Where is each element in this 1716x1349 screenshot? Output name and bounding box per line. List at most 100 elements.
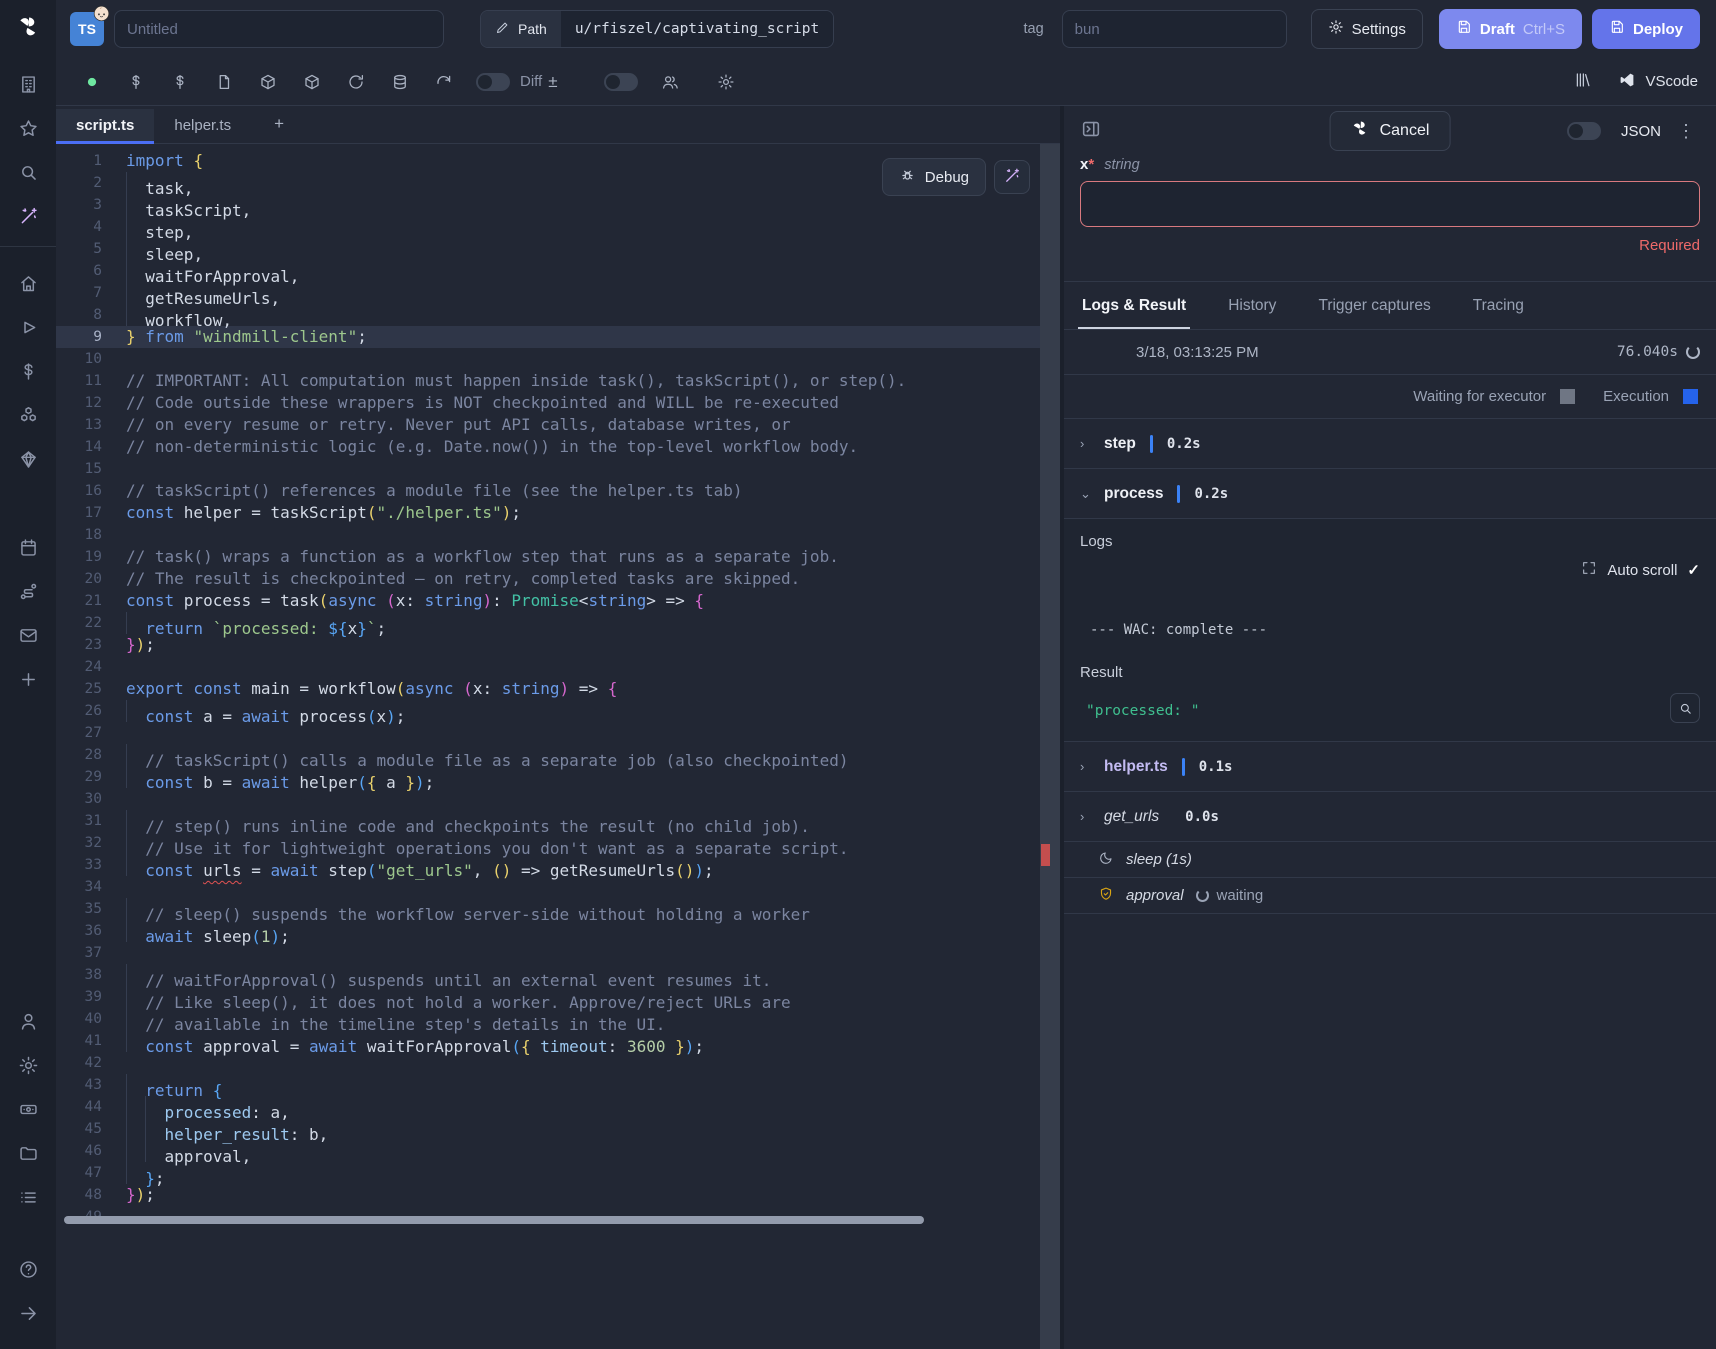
editor-vertical-scrollbar[interactable]: [1040, 144, 1060, 1349]
sidebar-dollar-icon[interactable]: [0, 349, 56, 393]
run-summary-row[interactable]: 3/18, 03:13:25 PM 76.040s: [1064, 329, 1716, 374]
package-icon[interactable]: [246, 66, 290, 98]
timeline-step-helper.ts[interactable]: ›helper.ts0.1s: [1064, 741, 1716, 791]
timeline-event-sleep-1s-[interactable]: sleep (1s): [1064, 841, 1716, 877]
code-line-33[interactable]: 33const urls = await step("get_urls", ()…: [56, 854, 1060, 876]
sidebar-calendar-icon[interactable]: [0, 525, 56, 569]
sidebar-search-icon[interactable]: [0, 150, 56, 194]
code-line-5[interactable]: 5sleep,: [56, 238, 1060, 260]
code-line-25[interactable]: 25export const main = workflow(async (x:…: [56, 678, 1060, 700]
code-line-34[interactable]: 34: [56, 876, 1060, 898]
library-icon[interactable]: [1574, 71, 1592, 93]
code-line-32[interactable]: 32// Use it for lightweight operations y…: [56, 832, 1060, 854]
kebab-menu-icon[interactable]: ⋮: [1673, 121, 1700, 142]
code-line-22[interactable]: 22return `processed: ${x}`;: [56, 612, 1060, 634]
cancel-run-button[interactable]: Cancel: [1330, 111, 1451, 151]
code-line-42[interactable]: 42: [56, 1052, 1060, 1074]
arg-x-input[interactable]: [1080, 181, 1700, 227]
code-line-3[interactable]: 3taskScript,: [56, 194, 1060, 216]
debug-button[interactable]: Debug: [882, 158, 986, 196]
check-icon[interactable]: ✓: [1687, 561, 1700, 579]
code-line-38[interactable]: 38// waitForApproval() suspends until an…: [56, 964, 1060, 986]
code-line-15[interactable]: 15: [56, 458, 1060, 480]
open-in-vscode-button[interactable]: VScode: [1618, 71, 1698, 93]
sidebar-workers-icon[interactable]: [0, 1087, 56, 1131]
settings-button[interactable]: Settings: [1311, 9, 1423, 49]
code-line-43[interactable]: 43return {: [56, 1074, 1060, 1096]
code-line-4[interactable]: 4step,: [56, 216, 1060, 238]
script-title-input[interactable]: [114, 10, 444, 48]
script-icon[interactable]: [202, 66, 246, 98]
panel-tab-logs-result[interactable]: Logs & Result: [1082, 282, 1186, 329]
script-path-value[interactable]: u/rfiszel/captivating_script: [561, 11, 833, 47]
code-line-27[interactable]: 27: [56, 722, 1060, 744]
panel-tab-history[interactable]: History: [1228, 282, 1276, 329]
multiplayer-toggle[interactable]: [604, 73, 638, 91]
secret-icon[interactable]: [158, 66, 202, 98]
edit-path-button[interactable]: Path: [481, 11, 561, 47]
sidebar-building-icon[interactable]: [0, 62, 56, 106]
code-line-48[interactable]: 48});: [56, 1184, 1060, 1206]
ai-assistant-button[interactable]: [994, 160, 1030, 194]
code-line-45[interactable]: 45helper_result: b,: [56, 1118, 1060, 1140]
code-line-6[interactable]: 6waitForApproval,: [56, 260, 1060, 282]
code-line-24[interactable]: 24: [56, 656, 1060, 678]
code-line-21[interactable]: 21const process = task(async (x: string)…: [56, 590, 1060, 612]
editor-settings-gear-icon[interactable]: [704, 66, 748, 98]
timeline-step-get_urls[interactable]: ›get_urls0.0s: [1064, 791, 1716, 841]
code-line-23[interactable]: 23});: [56, 634, 1060, 656]
code-line-41[interactable]: 41const approval = await waitForApproval…: [56, 1030, 1060, 1052]
code-line-35[interactable]: 35// sleep() suspends the workflow serve…: [56, 898, 1060, 920]
timeline-step-process[interactable]: ⌄process0.2s: [1064, 468, 1716, 518]
search-result-button[interactable]: [1670, 693, 1700, 723]
code-line-20[interactable]: 20// The result is checkpointed — on ret…: [56, 568, 1060, 590]
code-line-9[interactable]: 9} from "windmill-client";: [56, 326, 1060, 348]
code-line-8[interactable]: 8workflow,: [56, 304, 1060, 326]
editor-tab-helper.ts[interactable]: helper.ts: [154, 109, 251, 143]
code-line-7[interactable]: 7getResumeUrls,: [56, 282, 1060, 304]
editor-tab-script.ts[interactable]: script.ts: [56, 109, 154, 143]
sidebar-mail-icon[interactable]: [0, 613, 56, 657]
code-line-37[interactable]: 37: [56, 942, 1060, 964]
panel-tab-tracing[interactable]: Tracing: [1473, 282, 1524, 329]
dependency-icon[interactable]: [290, 66, 334, 98]
sidebar-cubes-icon[interactable]: [0, 393, 56, 437]
code-line-18[interactable]: 18: [56, 524, 1060, 546]
sidebar-route-icon[interactable]: [0, 569, 56, 613]
windmill-logo-icon[interactable]: [15, 14, 41, 44]
sidebar-star-icon[interactable]: [0, 106, 56, 150]
new-tab-button[interactable]: +: [251, 106, 307, 143]
sidebar-plus-icon[interactable]: [0, 657, 56, 701]
draft-button[interactable]: Draft Ctrl+S: [1439, 9, 1582, 49]
rotate-icon[interactable]: [334, 66, 378, 98]
code-line-44[interactable]: 44processed: a,: [56, 1096, 1060, 1118]
panel-tab-trigger-captures[interactable]: Trigger captures: [1318, 282, 1430, 329]
code-line-39[interactable]: 39// Like sleep(), it does not hold a wo…: [56, 986, 1060, 1008]
database-icon[interactable]: [378, 66, 422, 98]
sidebar-gear-icon[interactable]: [0, 1043, 56, 1087]
deploy-button[interactable]: Deploy: [1592, 9, 1700, 49]
sidebar-list-icon[interactable]: [0, 1175, 56, 1219]
code-line-19[interactable]: 19// task() wraps a function as a workfl…: [56, 546, 1060, 568]
diff-toggle[interactable]: [476, 73, 510, 91]
json-toggle[interactable]: [1567, 122, 1601, 140]
code-line-26[interactable]: 26const a = await process(x);: [56, 700, 1060, 722]
timeline-event-approval[interactable]: approvalwaiting: [1064, 877, 1716, 913]
code-line-12[interactable]: 12// Code outside these wrappers is NOT …: [56, 392, 1060, 414]
code-line-28[interactable]: 28// taskScript() calls a module file as…: [56, 744, 1060, 766]
code-line-16[interactable]: 16// taskScript() references a module fi…: [56, 480, 1060, 502]
sidebar-gem-icon[interactable]: [0, 437, 56, 481]
sidebar-home-icon[interactable]: [0, 261, 56, 305]
code-line-47[interactable]: 47};: [56, 1162, 1060, 1184]
code-line-14[interactable]: 14// non-deterministic logic (e.g. Date.…: [56, 436, 1060, 458]
code-line-17[interactable]: 17const helper = taskScript("./helper.ts…: [56, 502, 1060, 524]
code-line-46[interactable]: 46approval,: [56, 1140, 1060, 1162]
sidebar-help-icon[interactable]: [0, 1247, 56, 1291]
code-line-30[interactable]: 30: [56, 788, 1060, 810]
refresh-icon[interactable]: [422, 66, 466, 98]
sidebar-wand-icon[interactable]: [0, 194, 56, 238]
code-editor[interactable]: Debug 1import {2task,3taskScript,4step,5…: [56, 144, 1060, 1349]
code-line-13[interactable]: 13// on every resume or retry. Never put…: [56, 414, 1060, 436]
collapse-panel-icon[interactable]: [1080, 118, 1106, 144]
sidebar-folder-icon[interactable]: [0, 1131, 56, 1175]
